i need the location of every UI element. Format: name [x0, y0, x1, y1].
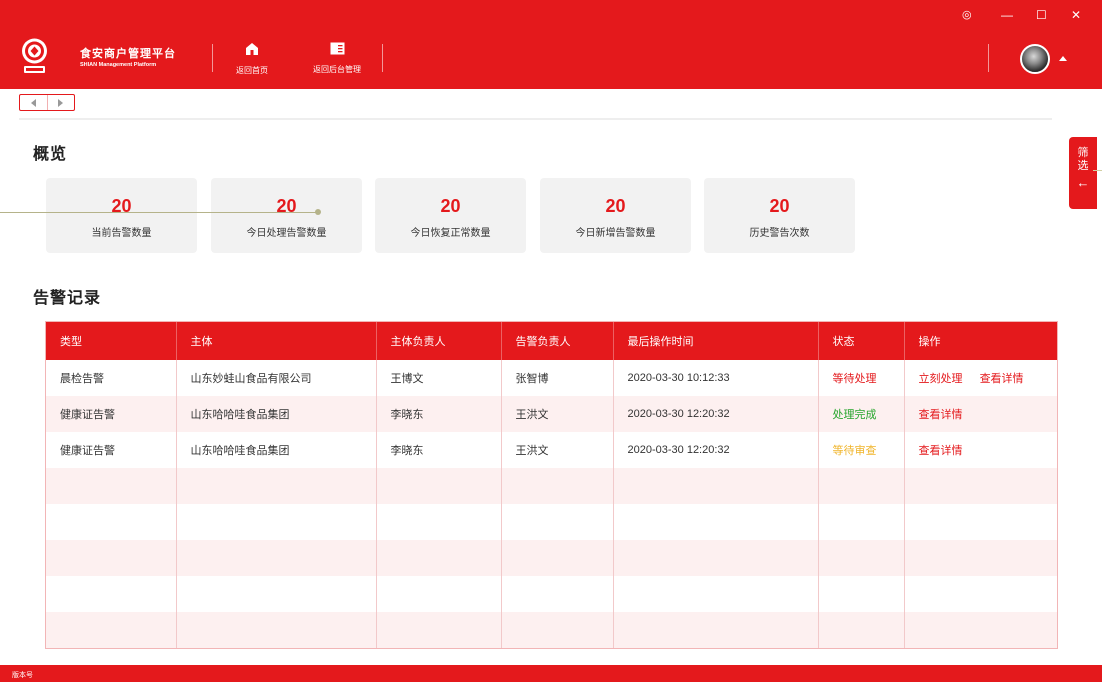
- table-row: 健康证告警 山东哈哈哇食品集团 李晓东 王洪文 2020-03-30 12:20…: [46, 432, 1057, 468]
- cell-subject-owner: 李晓东: [376, 396, 502, 432]
- nav-admin-button[interactable]: 返回后台管理: [313, 42, 361, 77]
- stat-card: 20 历史警告次数: [704, 178, 855, 253]
- filter-label: 筛选: [1077, 147, 1089, 172]
- table-row: 健康证告警 山东哈哈哇食品集团 李晓东 王洪文 2020-03-30 12:20…: [46, 396, 1057, 432]
- stat-card: 20 当前告警数量: [46, 178, 197, 253]
- status-badge: 处理完成: [818, 396, 905, 432]
- cell-subject: 山东妙蛙山食品有限公司: [176, 360, 377, 396]
- handle-now-link[interactable]: 立刻处理: [919, 373, 963, 385]
- maximize-icon[interactable]: ☐: [1036, 9, 1047, 21]
- settings-icon[interactable]: ◎: [962, 9, 972, 21]
- brand-name: 食安商户管理平台: [80, 48, 176, 60]
- column-header: 状态: [818, 322, 905, 360]
- annotation-line: [0, 212, 318, 213]
- column-header: 主体负责人: [376, 322, 502, 360]
- home-icon: [246, 43, 258, 55]
- view-details-link[interactable]: 查看详情: [980, 373, 1024, 385]
- table-header-row: 类型 主体 主体负责人 告警负责人 最后操作时间 状态 操作: [46, 322, 1057, 360]
- table-row: 晨检告警 山东妙蛙山食品有限公司 王博文 张智博 2020-03-30 10:1…: [46, 360, 1057, 396]
- header-divider: [382, 44, 383, 72]
- view-details-link[interactable]: 查看详情: [919, 445, 963, 457]
- cell-type: 晨检告警: [46, 360, 177, 396]
- nav-admin-label: 返回后台管理: [313, 65, 361, 74]
- cell-alert-owner: 王洪文: [501, 432, 614, 468]
- stat-value: 20: [605, 196, 626, 216]
- cell-subject: 山东哈哈哇食品集团: [176, 396, 377, 432]
- nav-home-label: 返回首页: [236, 66, 268, 75]
- view-details-link[interactable]: 查看详情: [919, 409, 963, 421]
- stat-card: 20 今日新增告警数量: [540, 178, 691, 253]
- cell-time: 2020-03-30 12:20:32: [613, 396, 819, 432]
- table-row-empty: [46, 612, 1057, 648]
- column-header: 类型: [46, 322, 177, 360]
- column-header: 操作: [918, 336, 941, 348]
- arrow-left-icon: ←: [1076, 175, 1090, 190]
- stat-label: 今日处理告警数量: [246, 228, 327, 239]
- alerts-title: 告警记录: [33, 290, 102, 307]
- divider: [19, 118, 1052, 120]
- annotation-line: [1093, 170, 1102, 171]
- annotation-dot: [315, 209, 321, 215]
- minimize-icon[interactable]: —: [1001, 9, 1013, 21]
- status-badge: 等待处理: [818, 360, 905, 396]
- stat-value: 20: [276, 196, 297, 216]
- version-label: 版本号: [12, 672, 33, 679]
- status-badge: 等待审查: [818, 432, 905, 468]
- column-header: 最后操作时间: [613, 322, 819, 360]
- close-icon[interactable]: ✕: [1071, 9, 1081, 21]
- cell-actions: 查看详情: [904, 396, 1057, 432]
- column-header: 主体: [176, 322, 377, 360]
- brand: 食安商户管理平台 SHIAN Management Platform: [80, 47, 176, 69]
- user-avatar[interactable]: [1020, 44, 1050, 74]
- cell-time: 2020-03-30 12:20:32: [613, 432, 819, 468]
- stat-label: 历史警告次数: [749, 228, 810, 239]
- alerts-table: 类型 主体 主体负责人 告警负责人 最后操作时间 状态 操作 晨检告警 山东妙蛙…: [45, 321, 1058, 649]
- table-row-empty: [46, 468, 1057, 504]
- stat-card: 20 今日处理告警数量: [211, 178, 362, 253]
- footer-bar: 版本号: [0, 665, 1102, 682]
- column-header: 告警负责人: [501, 322, 614, 360]
- nav-home-button[interactable]: 返回首页: [236, 42, 268, 78]
- header-divider: [988, 44, 989, 72]
- brand-subtitle: SHIAN Management Platform: [80, 62, 157, 68]
- page: 食安商户管理平台 SHIAN Management Platform 返回首页 …: [0, 0, 1102, 682]
- stat-value: 20: [440, 196, 461, 216]
- cell-subject-owner: 王博文: [376, 360, 502, 396]
- stat-value: 20: [111, 196, 132, 216]
- caret-right-icon: [58, 98, 64, 107]
- stat-card: 20 今日恢复正常数量: [375, 178, 526, 253]
- cell-actions: 立刻处理 查看详情: [904, 360, 1057, 396]
- panel-icon: [330, 42, 344, 55]
- cell-type: 健康证告警: [46, 396, 177, 432]
- filter-toggle-button[interactable]: 筛选 ←: [1069, 137, 1097, 209]
- top-header: 食安商户管理平台 SHIAN Management Platform 返回首页 …: [0, 0, 1102, 89]
- cell-type: 健康证告警: [46, 432, 177, 468]
- stat-label: 今日恢复正常数量: [410, 228, 491, 239]
- table-row-empty: [46, 540, 1057, 576]
- cell-alert-owner: 张智博: [501, 360, 614, 396]
- caret-up-icon[interactable]: [1059, 56, 1067, 61]
- cell-alert-owner: 王洪文: [501, 396, 614, 432]
- caret-left-icon: [30, 98, 36, 107]
- overview-title: 概览: [33, 146, 68, 163]
- cell-time: 2020-03-30 10:12:33: [613, 360, 819, 396]
- header-divider: [212, 44, 213, 72]
- next-button[interactable]: [46, 95, 75, 110]
- tab-pager: [19, 94, 75, 111]
- table-row-empty: [46, 576, 1057, 612]
- stat-label: 当前告警数量: [91, 228, 152, 239]
- stat-value: 20: [769, 196, 790, 216]
- table-row-empty: [46, 504, 1057, 540]
- cell-subject: 山东哈哈哇食品集团: [176, 432, 377, 468]
- brand-logo-icon: [22, 38, 47, 73]
- prev-button[interactable]: [20, 95, 47, 110]
- cell-actions: 查看详情: [904, 432, 1057, 468]
- stat-label: 今日新增告警数量: [575, 228, 656, 239]
- cell-subject-owner: 李晓东: [376, 432, 502, 468]
